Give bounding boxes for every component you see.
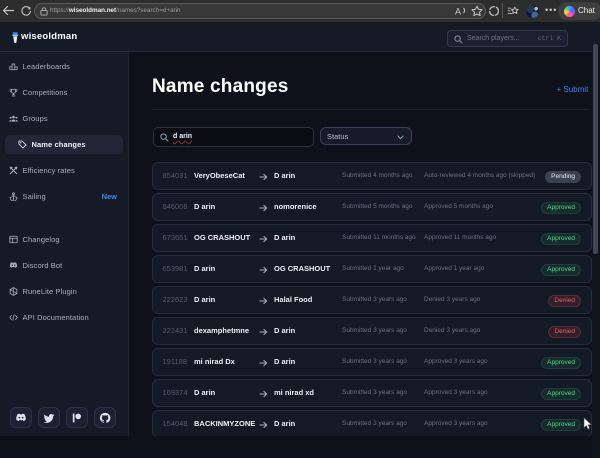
svg-text:A: A [455, 7, 461, 17]
